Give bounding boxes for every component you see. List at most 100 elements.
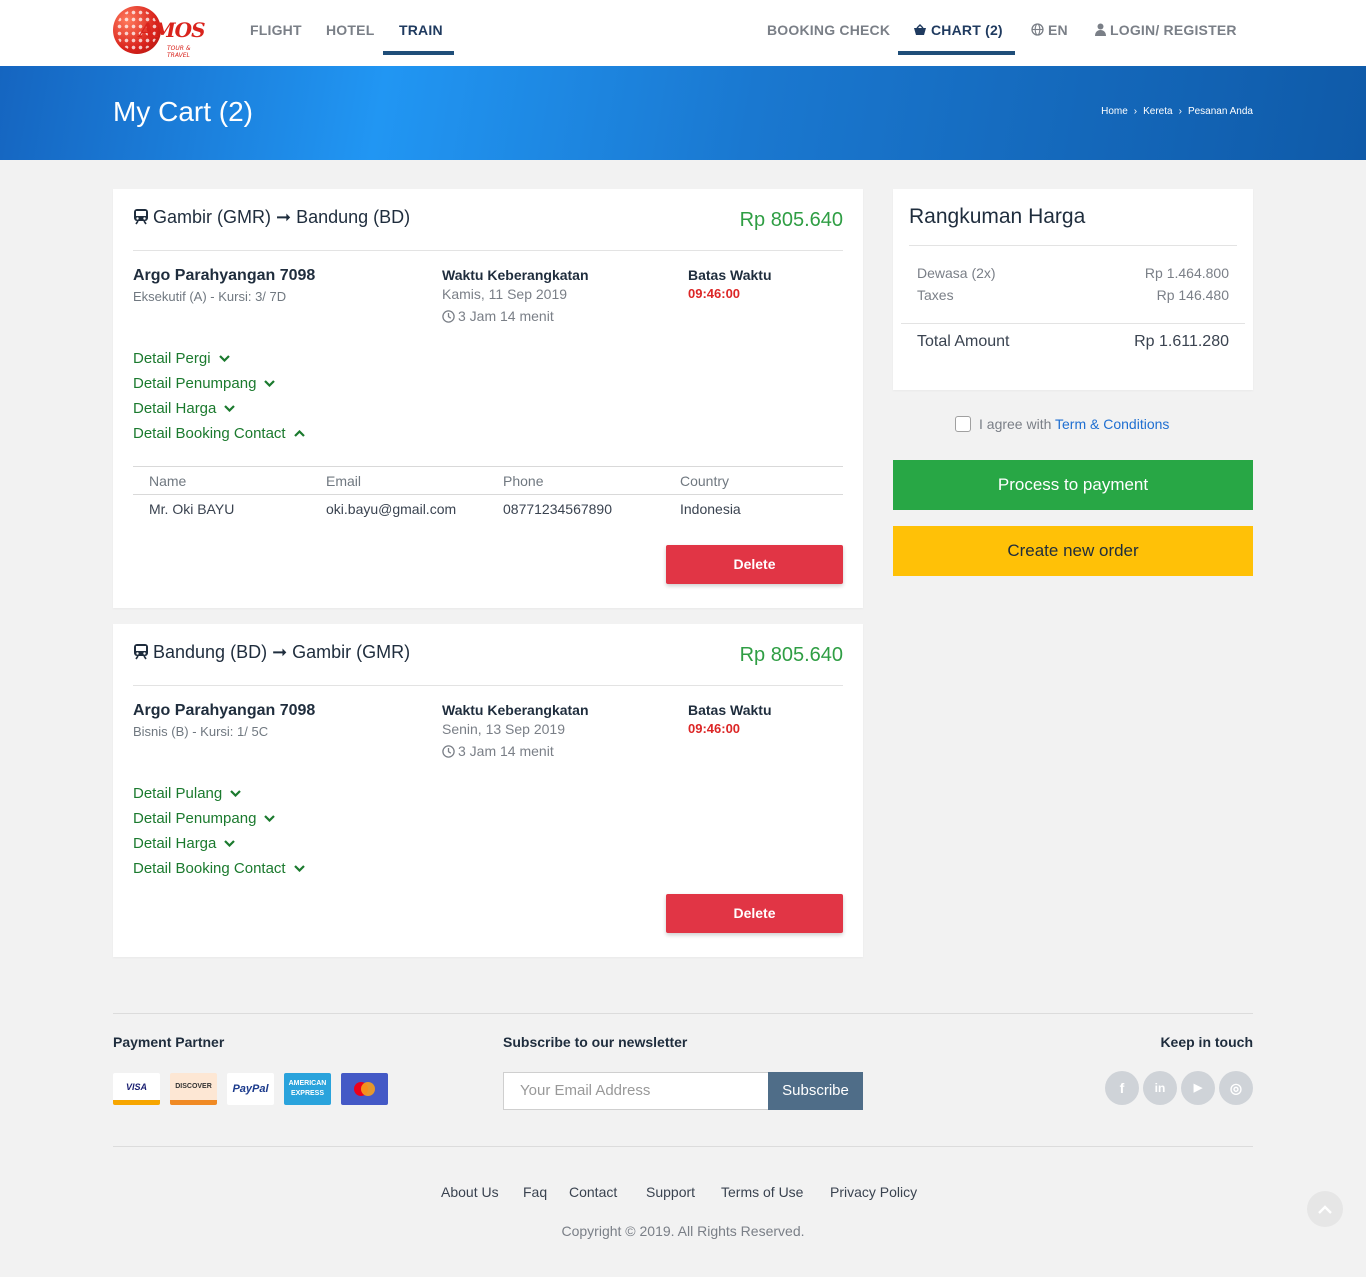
instagram-icon[interactable]: ◎ [1219, 1071, 1253, 1105]
toggle-label: Detail Booking Contact [133, 425, 286, 442]
summary-line-label: Taxes [917, 287, 954, 303]
terms-agreement: I agree with Term & Conditions [955, 416, 1169, 432]
footer-link-privacy[interactable]: Privacy Policy [830, 1184, 917, 1200]
contact-phone: 08771234567890 [503, 501, 613, 517]
order-price: Rp 805.640 [739, 209, 843, 231]
logo-tagline: TOUR & TRAVEL [167, 45, 191, 59]
nav-chart-active-indicator [898, 51, 1015, 55]
footer-link-terms[interactable]: Terms of Use [721, 1184, 803, 1200]
facebook-icon[interactable]: f [1105, 1071, 1139, 1105]
booking-contact-table: Name Email Phone Country Mr. Oki BAYU ok… [133, 466, 843, 522]
toggle-detail-pulang[interactable]: Detail Pulang [133, 785, 242, 802]
footer-link-about[interactable]: About Us [441, 1184, 499, 1200]
footer-link-faq[interactable]: Faq [523, 1184, 547, 1200]
departure-label: Waktu Keberangkatan [442, 267, 589, 283]
chevron-down-icon [264, 380, 276, 387]
logo-text: AMOS [139, 18, 206, 42]
language-selector[interactable]: EN [1031, 22, 1068, 38]
toggle-detail-booking-contact[interactable]: Detail Booking Contact [133, 425, 305, 442]
subscribe-button[interactable]: Subscribe [768, 1072, 863, 1110]
linkedin-icon[interactable]: in [1143, 1071, 1177, 1105]
clock-icon [442, 310, 455, 323]
top-navbar: AMOS TOUR & TRAVEL FLIGHT HOTEL TRAIN BO… [0, 0, 1366, 66]
toggle-label: Detail Booking Contact [133, 860, 286, 877]
process-to-payment-button[interactable]: Process to payment [893, 460, 1253, 510]
chevron-down-icon [264, 815, 276, 822]
departure-date: Senin, 13 Sep 2019 [442, 721, 565, 737]
summary-line-value: Rp 1.464.800 [1144, 265, 1229, 281]
chevron-down-icon [224, 840, 236, 847]
toggle-label: Detail Pulang [133, 785, 223, 802]
footer-link-support[interactable]: Support [646, 1184, 695, 1200]
deadline-time: 09:46:00 [688, 721, 741, 736]
terms-checkbox[interactable] [955, 416, 971, 432]
breadcrumb-home[interactable]: Home [1101, 106, 1128, 117]
duration-text: 3 Jam 14 menit [458, 743, 554, 759]
email-input[interactable]: Your Email Address [503, 1072, 769, 1110]
footer-link-contact[interactable]: Contact [569, 1184, 617, 1200]
toggle-detail-penumpang[interactable]: Detail Penumpang [133, 810, 276, 827]
train-name: Argo Parahyangan 7098 [133, 267, 316, 284]
nav-hotel[interactable]: HOTEL [326, 22, 374, 38]
nav-chart[interactable]: CHART (2) [913, 22, 1003, 38]
toggle-detail-harga[interactable]: Detail Harga [133, 400, 236, 417]
trip-duration: 3 Jam 14 menit [442, 308, 554, 324]
divider [901, 323, 1245, 324]
scroll-to-top-button[interactable] [1307, 1191, 1343, 1227]
divider [909, 245, 1237, 246]
chevron-up-icon [1318, 1205, 1332, 1214]
deadline-time: 09:46:00 [688, 286, 741, 301]
page-banner: My Cart (2) Home › Kereta › Pesanan Anda [0, 66, 1366, 160]
login-register-link[interactable]: LOGIN/ REGISTER [1095, 22, 1237, 38]
departure-date: Kamis, 11 Sep 2019 [442, 286, 568, 302]
mastercard-logo: mastercard [341, 1073, 388, 1105]
col-phone: Phone [503, 473, 544, 489]
chart-label: CHART (2) [931, 22, 1003, 38]
toggle-label: Detail Harga [133, 835, 217, 852]
order-card-return: Bandung (BD) ➞ Gambir (GMR) Rp 805.640 A… [113, 624, 863, 957]
page-title: My Cart (2) [113, 96, 253, 127]
youtube-icon[interactable]: ▶ [1181, 1071, 1215, 1105]
user-icon [1095, 23, 1106, 36]
toggle-detail-booking-contact[interactable]: Detail Booking Contact [133, 860, 305, 877]
chevron-up-icon [293, 430, 305, 437]
toggle-detail-harga[interactable]: Detail Harga [133, 835, 236, 852]
chevron-down-icon [230, 790, 242, 797]
summary-title: Rangkuman Harga [909, 205, 1086, 228]
route-label: Gambir (GMR) ➞ Bandung (BD) [153, 207, 411, 227]
create-new-order-button[interactable]: Create new order [893, 526, 1253, 576]
breadcrumb-kereta[interactable]: Kereta [1143, 106, 1172, 117]
divider [133, 250, 843, 251]
nav-booking-check[interactable]: BOOKING CHECK [767, 22, 890, 38]
price-summary-card: Rangkuman Harga Dewasa (2x) Rp 1.464.800… [893, 189, 1253, 390]
breadcrumb-chevron-icon: › [1133, 106, 1138, 117]
nav-flight[interactable]: FLIGHT [250, 22, 302, 38]
toggle-label: Detail Harga [133, 400, 217, 417]
divider [133, 685, 843, 686]
copyright: Copyright © 2019. All Rights Reserved. [561, 1223, 805, 1239]
train-icon [134, 209, 148, 225]
train-class-seat: Eksekutif (A) - Kursi: 3/ 7D [133, 289, 287, 304]
amos-logo[interactable]: AMOS TOUR & TRAVEL [113, 6, 206, 59]
delete-button[interactable]: Delete [666, 894, 843, 933]
delete-button[interactable]: Delete [666, 545, 843, 584]
table-row: Mr. Oki BAYU oki.bayu@gmail.com 08771234… [133, 494, 843, 522]
order-price: Rp 805.640 [739, 644, 843, 666]
contact-email: oki.bayu@gmail.com [326, 501, 457, 517]
chevron-down-icon [224, 405, 236, 412]
nav-train[interactable]: TRAIN [399, 22, 443, 38]
visa-logo: VISA [113, 1073, 160, 1105]
toggle-detail-pergi[interactable]: Detail Pergi [133, 350, 230, 367]
nav-train-active-indicator [383, 51, 454, 55]
toggle-detail-penumpang[interactable]: Detail Penumpang [133, 375, 276, 392]
route-label: Bandung (BD) ➞ Gambir (GMR) [153, 642, 411, 662]
train-class-seat: Bisnis (B) - Kursi: 1/ 5C [133, 724, 269, 739]
amex-logo: AMERICAN EXPRESS [284, 1073, 331, 1105]
language-label: EN [1048, 22, 1068, 38]
breadcrumb-chevron-icon: › [1178, 106, 1182, 117]
terms-link[interactable]: Term & Conditions [1055, 416, 1169, 432]
trip-duration: 3 Jam 14 menit [442, 743, 554, 759]
chevron-down-icon [293, 865, 305, 872]
contact-name: Mr. Oki BAYU [149, 501, 235, 517]
total-value: Rp 1.611.280 [1134, 333, 1229, 350]
